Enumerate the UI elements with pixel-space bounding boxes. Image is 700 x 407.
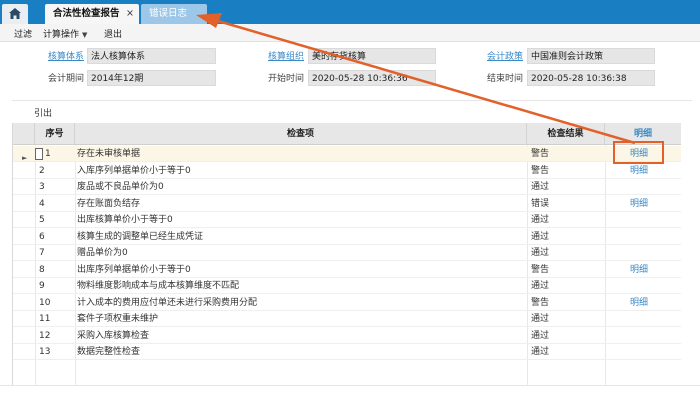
header-blank bbox=[13, 123, 35, 145]
close-icon[interactable]: × bbox=[126, 4, 134, 24]
cell-no: 12 bbox=[39, 330, 51, 341]
start-time-label: 开始时间 bbox=[268, 74, 305, 84]
exit-button[interactable]: 退出 bbox=[104, 27, 122, 40]
cell-check-result: 通过 bbox=[531, 347, 550, 357]
cell-detail-link[interactable]: 明细 bbox=[630, 295, 648, 311]
cell-no: 13 bbox=[39, 347, 51, 357]
row-edit-cell[interactable] bbox=[35, 148, 43, 160]
cell-no: 3 bbox=[39, 182, 45, 192]
table-row[interactable]: 13 数据完整性检查 通过 bbox=[13, 344, 681, 360]
tab-compliance-report[interactable]: 合法性检查报告 × bbox=[45, 4, 139, 24]
cell-check-result: 警告 bbox=[531, 149, 550, 159]
chevron-down-icon: ▼ bbox=[82, 31, 88, 39]
cell-check-result: 警告 bbox=[531, 264, 550, 275]
cell-check-result: 错误 bbox=[531, 198, 550, 209]
table-row[interactable]: 11 套件子项权重未维护 通过 bbox=[13, 311, 681, 327]
cell-check-result: 通过 bbox=[531, 248, 550, 258]
cell-check-item: 赠品单价为0 bbox=[77, 248, 128, 258]
acct-policy-field[interactable]: 中国准则会计政策 bbox=[527, 48, 655, 64]
table-row[interactable]: 3 废品或不良品单价为0 通过 bbox=[13, 179, 681, 195]
table-row[interactable]: 4 存在账面负结存 错误 明细 bbox=[13, 196, 681, 212]
period-field[interactable]: 2014年12期 bbox=[87, 70, 216, 86]
check-results-grid: 序号 检查项 检查结果 明细 ► 1 存在未审核单据 警告 明细 2 入库序列单据单价小于等… bbox=[12, 123, 681, 385]
cell-no: 10 bbox=[39, 297, 51, 308]
acct-system-field[interactable]: 法人核算体系 bbox=[87, 48, 216, 64]
table-row[interactable]: 7 赠品单价为0 通过 bbox=[13, 245, 681, 261]
start-time-field[interactable]: 2020-05-28 10:36:36 bbox=[308, 70, 436, 86]
highlight-box bbox=[613, 141, 664, 164]
header-no[interactable]: 序号 bbox=[35, 123, 75, 145]
cell-detail-link[interactable]: 明细 bbox=[630, 262, 648, 278]
cell-check-result: 通过 bbox=[531, 215, 550, 225]
cell-check-item: 核算生成的调整单已经生成凭证 bbox=[77, 231, 204, 242]
cell-detail-link[interactable]: 明细 bbox=[630, 196, 648, 212]
filter-button[interactable]: 过滤 bbox=[14, 27, 32, 40]
home-button[interactable] bbox=[2, 4, 28, 24]
cell-check-result: 通过 bbox=[531, 281, 550, 291]
export-button[interactable]: 引出 bbox=[34, 106, 52, 119]
header-check-result[interactable]: 检查结果 bbox=[527, 123, 605, 145]
cell-no: 8 bbox=[39, 264, 45, 275]
header-check-item[interactable]: 检查项 bbox=[75, 123, 527, 145]
cell-no: 7 bbox=[39, 248, 45, 258]
cell-check-item: 入库序列单据单价小于等于0 bbox=[77, 165, 191, 176]
cell-check-result: 通过 bbox=[531, 231, 550, 242]
cell-no: 2 bbox=[39, 165, 45, 176]
calc-ops-label: 计算操作 bbox=[43, 30, 80, 40]
report-header-form: 核算体系 法人核算体系 核算组织 美的存货核算 会计政策 中国准则会计政策 会计… bbox=[0, 43, 700, 93]
cell-check-result: 通过 bbox=[531, 330, 550, 341]
tab-label: 合法性检查报告 bbox=[53, 8, 120, 19]
acct-org-field[interactable]: 美的存货核算 bbox=[308, 48, 436, 64]
cell-check-item: 数据完整性检查 bbox=[77, 347, 141, 357]
tab-error-log[interactable]: 错误日志 bbox=[141, 4, 207, 24]
acct-policy-label[interactable]: 会计政策 bbox=[487, 49, 523, 62]
cell-check-item: 套件子项权重未维护 bbox=[77, 314, 159, 324]
grid-header: 序号 检查项 检查结果 明细 bbox=[13, 123, 681, 145]
calc-ops-menu[interactable]: 计算操作 ▼ bbox=[43, 27, 87, 40]
cell-no: 4 bbox=[39, 198, 45, 209]
home-icon bbox=[9, 8, 21, 19]
table-row[interactable]: 9 物料维度影响成本与成本核算维度不匹配 通过 bbox=[13, 278, 681, 294]
table-row[interactable]: 5 出库核算单价小于等于0 通过 bbox=[13, 212, 681, 228]
toolbar: 过滤 计算操作 ▼ 退出 bbox=[0, 24, 700, 42]
acct-org-label[interactable]: 核算组织 bbox=[268, 49, 304, 62]
period-label: 会计期间 bbox=[48, 74, 85, 84]
footer-divider bbox=[0, 385, 700, 386]
tab-label: 错误日志 bbox=[149, 8, 188, 19]
divider bbox=[12, 100, 692, 101]
cell-no: 6 bbox=[39, 231, 45, 242]
cell-check-result: 警告 bbox=[531, 297, 550, 308]
end-time-label: 结束时间 bbox=[487, 74, 524, 84]
acct-system-label[interactable]: 核算体系 bbox=[48, 49, 84, 62]
cell-check-item: 存在未审核单据 bbox=[77, 149, 141, 159]
cell-check-result: 通过 bbox=[531, 314, 550, 324]
cell-check-item: 出库序列单据单价小于等于0 bbox=[77, 264, 191, 275]
cell-detail-link[interactable]: 明细 bbox=[630, 163, 648, 179]
cell-check-item: 存在账面负结存 bbox=[77, 198, 141, 209]
cell-check-result: 警告 bbox=[531, 165, 550, 176]
table-row[interactable]: 8 出库序列单据单价小于等于0 警告 明细 bbox=[13, 262, 681, 278]
cell-no: 11 bbox=[39, 314, 51, 324]
cell-no: 5 bbox=[39, 215, 45, 225]
cell-check-item: 出库核算单价小于等于0 bbox=[77, 215, 173, 225]
table-row[interactable]: 10 计入成本的费用应付单还未进行采购费用分配 警告 明细 bbox=[13, 295, 681, 311]
cell-no: 9 bbox=[39, 281, 45, 291]
cell-check-item: 物料维度影响成本与成本核算维度不匹配 bbox=[77, 281, 240, 291]
table-row[interactable]: ► 1 存在未审核单据 警告 明细 bbox=[13, 146, 681, 162]
table-row[interactable]: 2 入库序列单据单价小于等于0 警告 明细 bbox=[13, 163, 681, 179]
table-row[interactable]: 6 核算生成的调整单已经生成凭证 通过 bbox=[13, 229, 681, 245]
table-row[interactable]: 12 采购入库核算检查 通过 bbox=[13, 328, 681, 344]
cell-check-result: 通过 bbox=[531, 182, 550, 192]
tab-bar: 合法性检查报告 × 错误日志 bbox=[0, 0, 700, 24]
cell-no: 1 bbox=[45, 149, 51, 159]
cell-check-item: 计入成本的费用应付单还未进行采购费用分配 bbox=[77, 297, 258, 308]
end-time-field[interactable]: 2020-05-28 10:36:38 bbox=[527, 70, 655, 86]
cell-check-item: 采购入库核算检查 bbox=[77, 330, 150, 341]
cell-check-item: 废品或不良品单价为0 bbox=[77, 182, 164, 192]
